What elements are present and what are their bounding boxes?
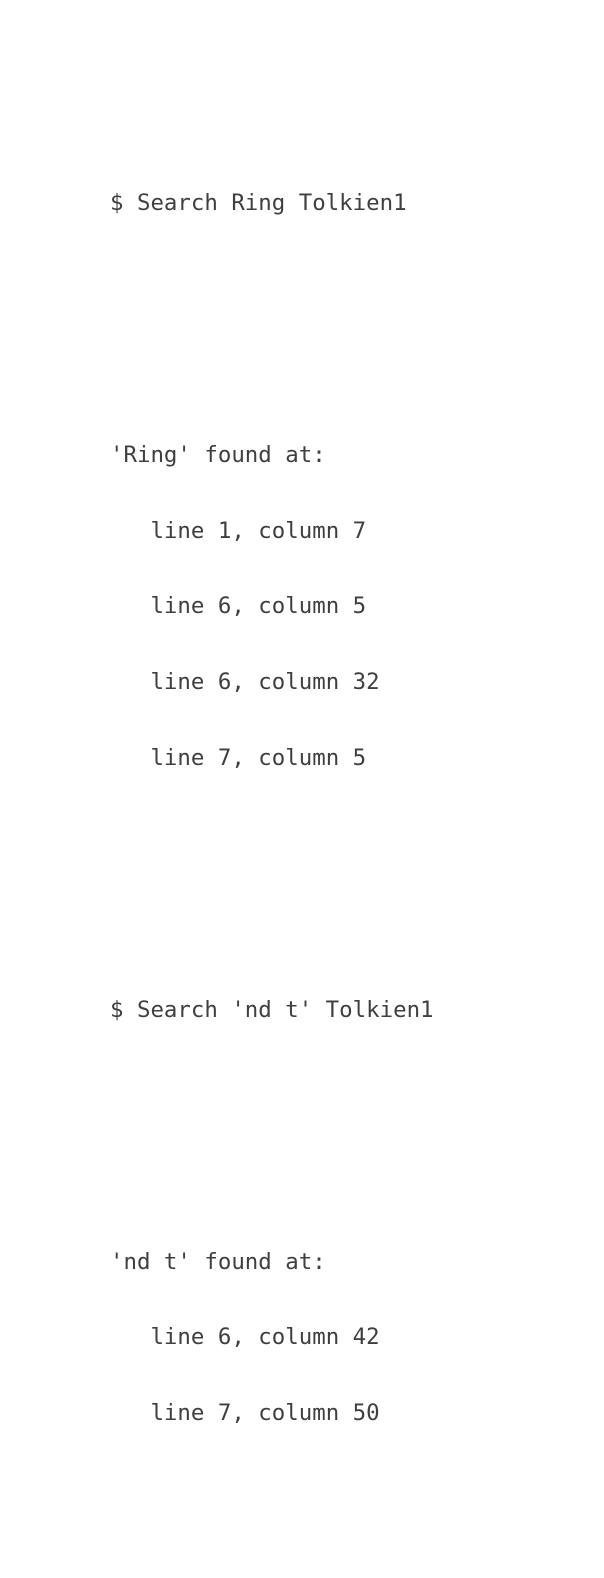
command-line: $ Search Ring Tolkien1	[110, 190, 407, 217]
match-location: line 7, column 50	[150, 1399, 380, 1426]
result-block: 'Ring' found at: line 1, column 7 line 6…	[110, 393, 590, 821]
result-header: 'Ring' found at:	[110, 442, 326, 469]
command-block: $ Search Ring Tolkien1	[110, 141, 590, 267]
command-block: $ Search 'nd t' Tolkien1	[110, 947, 590, 1073]
match-location: line 6, column 32	[150, 669, 380, 695]
match-location: line 6, column 42	[150, 1324, 380, 1351]
match-location: line 6, column 5	[150, 593, 367, 620]
result-header: 'nd t' found at:	[110, 1248, 326, 1275]
match-location: line 7, column 5	[150, 744, 367, 771]
match-location: line 1, column 7	[150, 517, 367, 544]
command-line: $ Search 'nd t' Tolkien1	[110, 996, 434, 1023]
result-block: 'nd t' found at: line 6, column 42 line …	[110, 1199, 590, 1476]
terminal-output: $ Search Ring Tolkien1 'Ring' found at: …	[110, 40, 590, 1578]
